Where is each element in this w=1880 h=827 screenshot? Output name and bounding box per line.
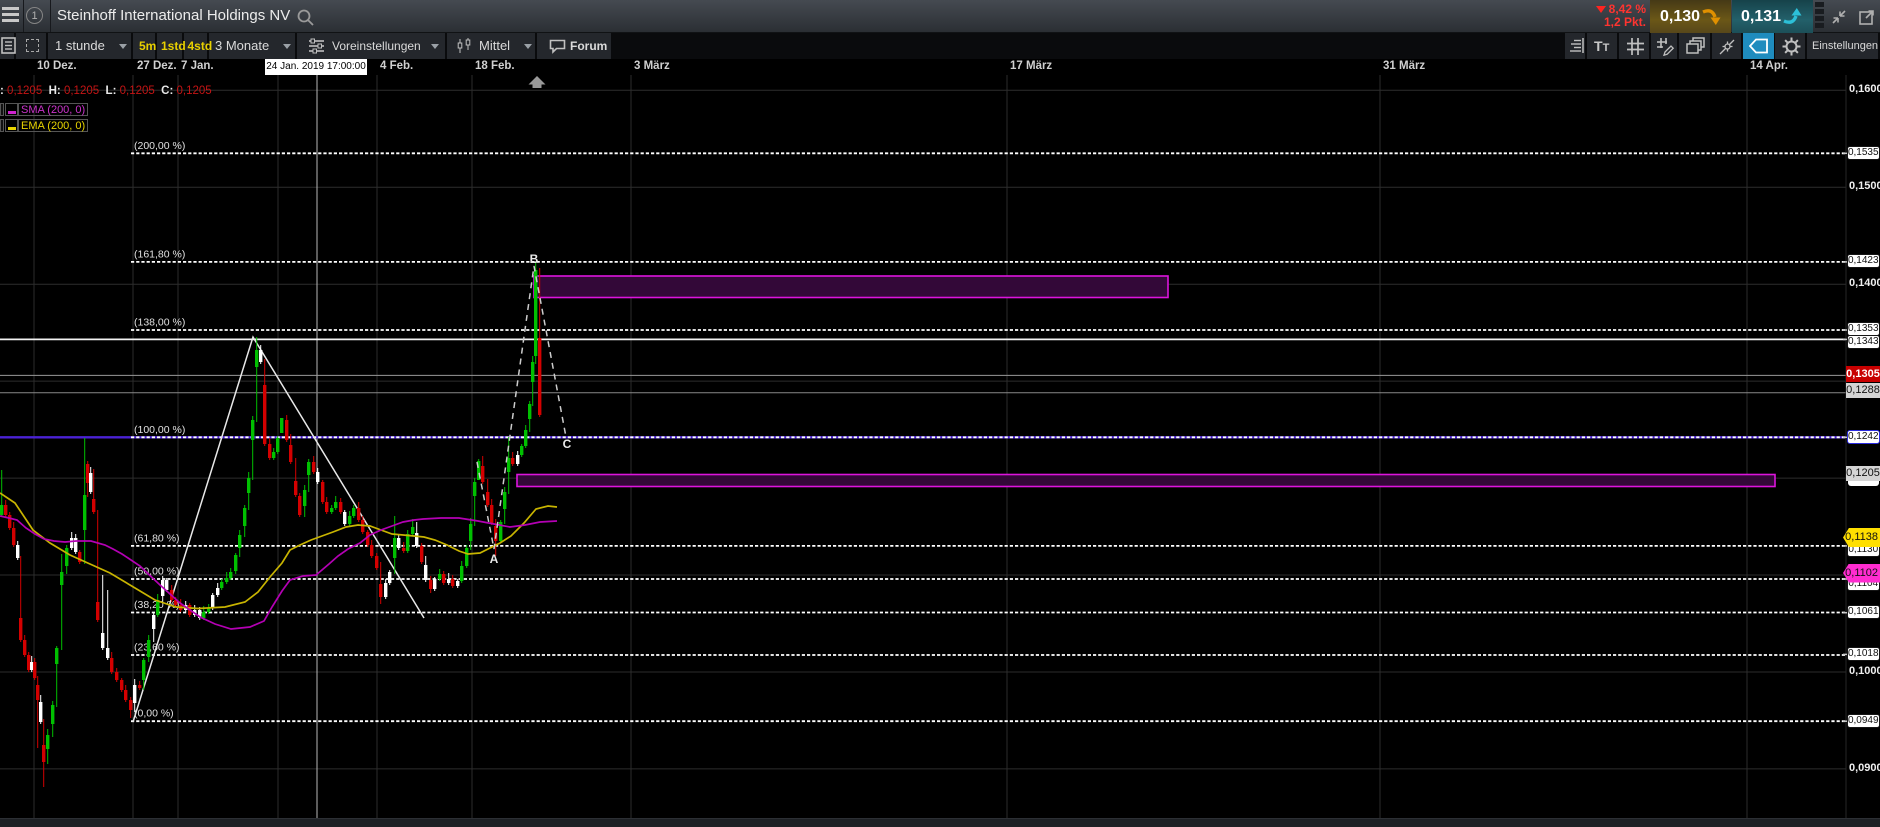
svg-text:(138,00 %): (138,00 %): [134, 317, 185, 329]
svg-text:C: C: [563, 437, 572, 451]
svg-text:(100,00 %): (100,00 %): [134, 424, 185, 436]
svg-text:(200,00 %): (200,00 %): [134, 140, 185, 152]
svg-text:(161,80 %): (161,80 %): [134, 248, 185, 260]
svg-text:(61,80 %): (61,80 %): [134, 532, 180, 544]
svg-text:(0,00 %): (0,00 %): [134, 708, 174, 720]
svg-text:A: A: [490, 552, 499, 566]
svg-text:B: B: [530, 252, 539, 266]
